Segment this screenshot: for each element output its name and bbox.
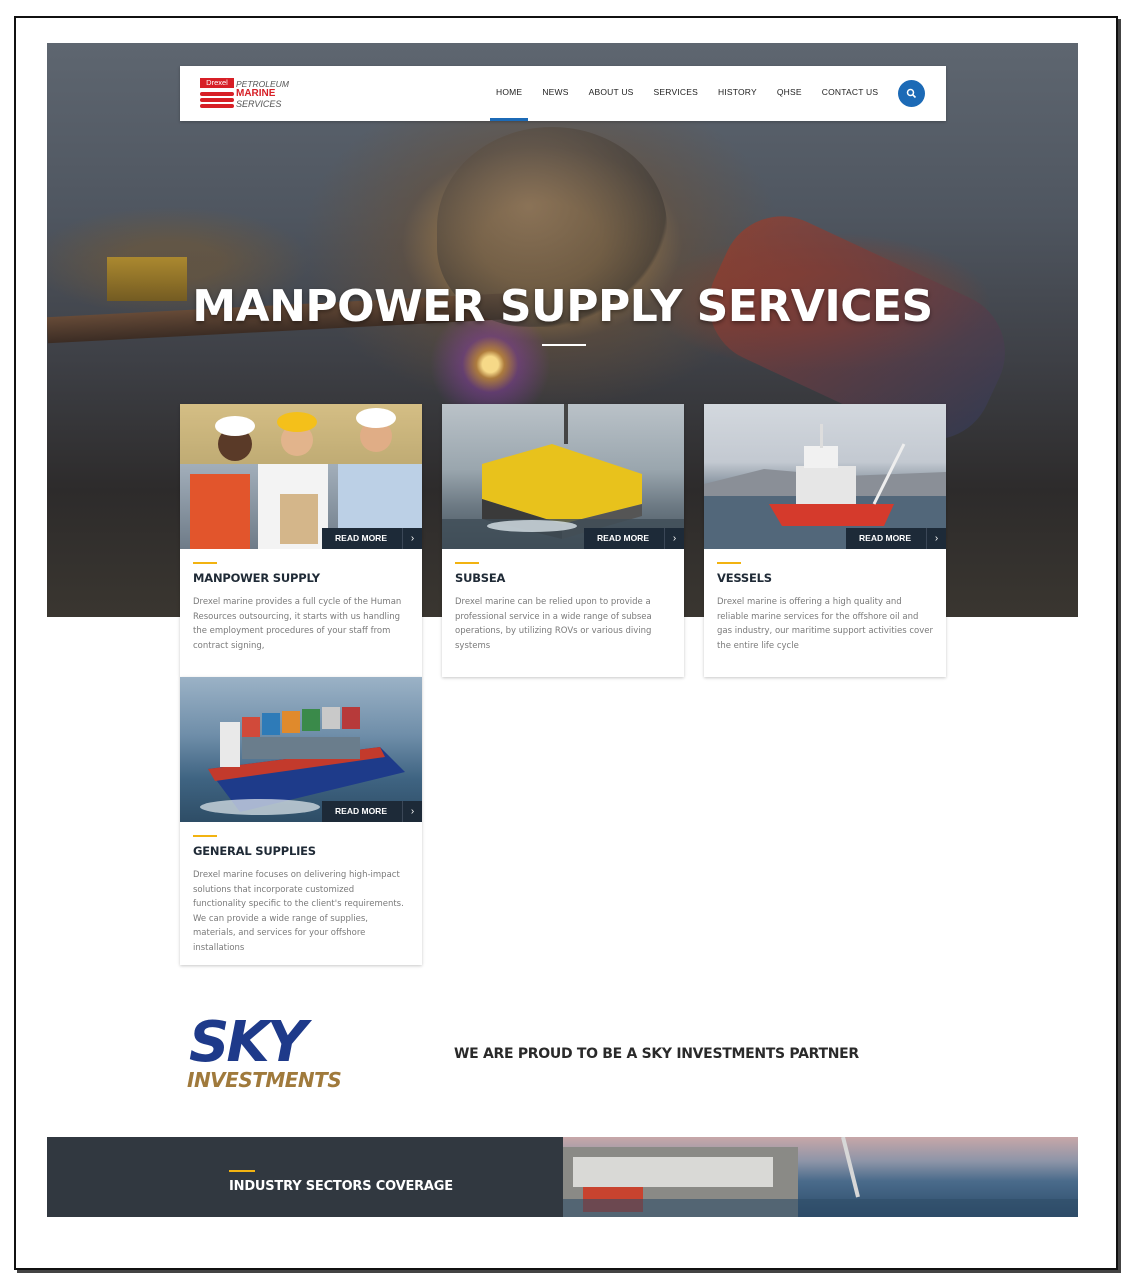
read-more-label: READ MORE	[846, 528, 926, 549]
partner-statement: WE ARE PROUD TO BE A SKY INVESTMENTS PAR…	[454, 1046, 859, 1062]
main-menu: HOME NEWS ABOUT US SERVICES HISTORY QHSE…	[486, 66, 888, 121]
drexel-logo[interactable]: Drexel PETROLEUM MARINE SERVICES	[200, 78, 289, 112]
logo-mark: Drexel	[200, 78, 234, 112]
industry-sectors-panel	[47, 1137, 563, 1217]
card-description: Drexel marine can be relied upon to prov…	[455, 597, 652, 651]
menu-services[interactable]: SERVICES	[644, 66, 708, 121]
logo-wave	[200, 92, 234, 96]
card-title[interactable]: SUBSEA	[455, 571, 505, 585]
chevron-right-icon: ›	[664, 528, 684, 549]
menu-history[interactable]: HISTORY	[708, 66, 767, 121]
read-more-label: READ MORE	[322, 528, 402, 549]
hero-title: MANPOWER SUPPLY SERVICES	[192, 281, 933, 332]
search-icon	[906, 88, 917, 99]
card-title[interactable]: MANPOWER SUPPLY	[193, 571, 320, 585]
hero-divider	[542, 344, 586, 346]
menu-news[interactable]: NEWS	[532, 66, 578, 121]
card-image-workers[interactable]: READ MORE ›	[180, 404, 422, 549]
read-more-button[interactable]: READ MORE ›	[322, 528, 422, 549]
menu-contact-us[interactable]: CONTACT US	[812, 66, 888, 121]
chevron-right-icon: ›	[402, 528, 422, 549]
card-image-subsea[interactable]: READ MORE ›	[442, 404, 684, 549]
svg-text:INVESTMENTS: INVESTMENTS	[187, 1068, 341, 1091]
card-accent	[455, 562, 479, 564]
read-more-button[interactable]: READ MORE ›	[846, 528, 946, 549]
industry-sectors-image	[563, 1137, 1078, 1217]
card-accent	[193, 562, 217, 564]
read-more-button[interactable]: READ MORE ›	[584, 528, 684, 549]
offshore-ship-illustration	[563, 1137, 1078, 1217]
logo-wave	[200, 104, 234, 108]
service-card-general-supplies: READ MORE › GENERAL SUPPLIES Drexel mari…	[180, 677, 422, 965]
logo-wave	[200, 98, 234, 102]
search-button[interactable]	[898, 80, 925, 107]
card-accent	[193, 835, 217, 837]
chevron-right-icon: ›	[402, 801, 422, 822]
bottom-accent	[229, 1170, 255, 1172]
card-accent	[717, 562, 741, 564]
logo-text: PETROLEUM MARINE SERVICES	[236, 79, 289, 109]
menu-home[interactable]: HOME	[486, 66, 532, 121]
menu-qhse[interactable]: QHSE	[767, 66, 812, 121]
card-description: Drexel marine focuses on delivering high…	[193, 870, 404, 953]
logo-line-2: MARINE	[236, 88, 276, 99]
page: MANPOWER SUPPLY SERVICES Drexel PETROLEU…	[47, 43, 1078, 1217]
card-image-cargo-ship[interactable]: READ MORE ›	[180, 677, 422, 822]
card-description: Drexel marine provides a full cycle of t…	[193, 597, 402, 651]
chevron-right-icon: ›	[926, 528, 946, 549]
card-image-vessel[interactable]: READ MORE ›	[704, 404, 946, 549]
read-more-button[interactable]: READ MORE ›	[322, 801, 422, 822]
logo-line-3: SERVICES	[236, 99, 282, 109]
service-card-subsea: READ MORE › SUBSEA Drexel marine can be …	[442, 404, 684, 677]
service-card-manpower: READ MORE › MANPOWER SUPPLY Drexel marin…	[180, 404, 422, 677]
industry-sectors-title: INDUSTRY SECTORS COVERAGE	[229, 1179, 453, 1194]
logo-tag: Drexel	[200, 78, 234, 88]
top-navbar: Drexel PETROLEUM MARINE SERVICES HOME NE…	[180, 66, 946, 121]
card-title[interactable]: GENERAL SUPPLIES	[193, 844, 316, 858]
svg-text:SKY: SKY	[189, 1011, 313, 1075]
sky-investments-logo[interactable]: SKY INVESTMENTS	[185, 1010, 357, 1092]
card-title[interactable]: VESSELS	[717, 571, 772, 585]
card-description: Drexel marine is offering a high quality…	[717, 597, 933, 651]
read-more-label: READ MORE	[584, 528, 664, 549]
service-card-vessels: READ MORE › VESSELS Drexel marine is off…	[704, 404, 946, 677]
read-more-label: READ MORE	[322, 801, 402, 822]
sky-investments-logo-graphic: SKY INVESTMENTS	[187, 1010, 342, 1092]
menu-about-us[interactable]: ABOUT US	[579, 66, 644, 121]
